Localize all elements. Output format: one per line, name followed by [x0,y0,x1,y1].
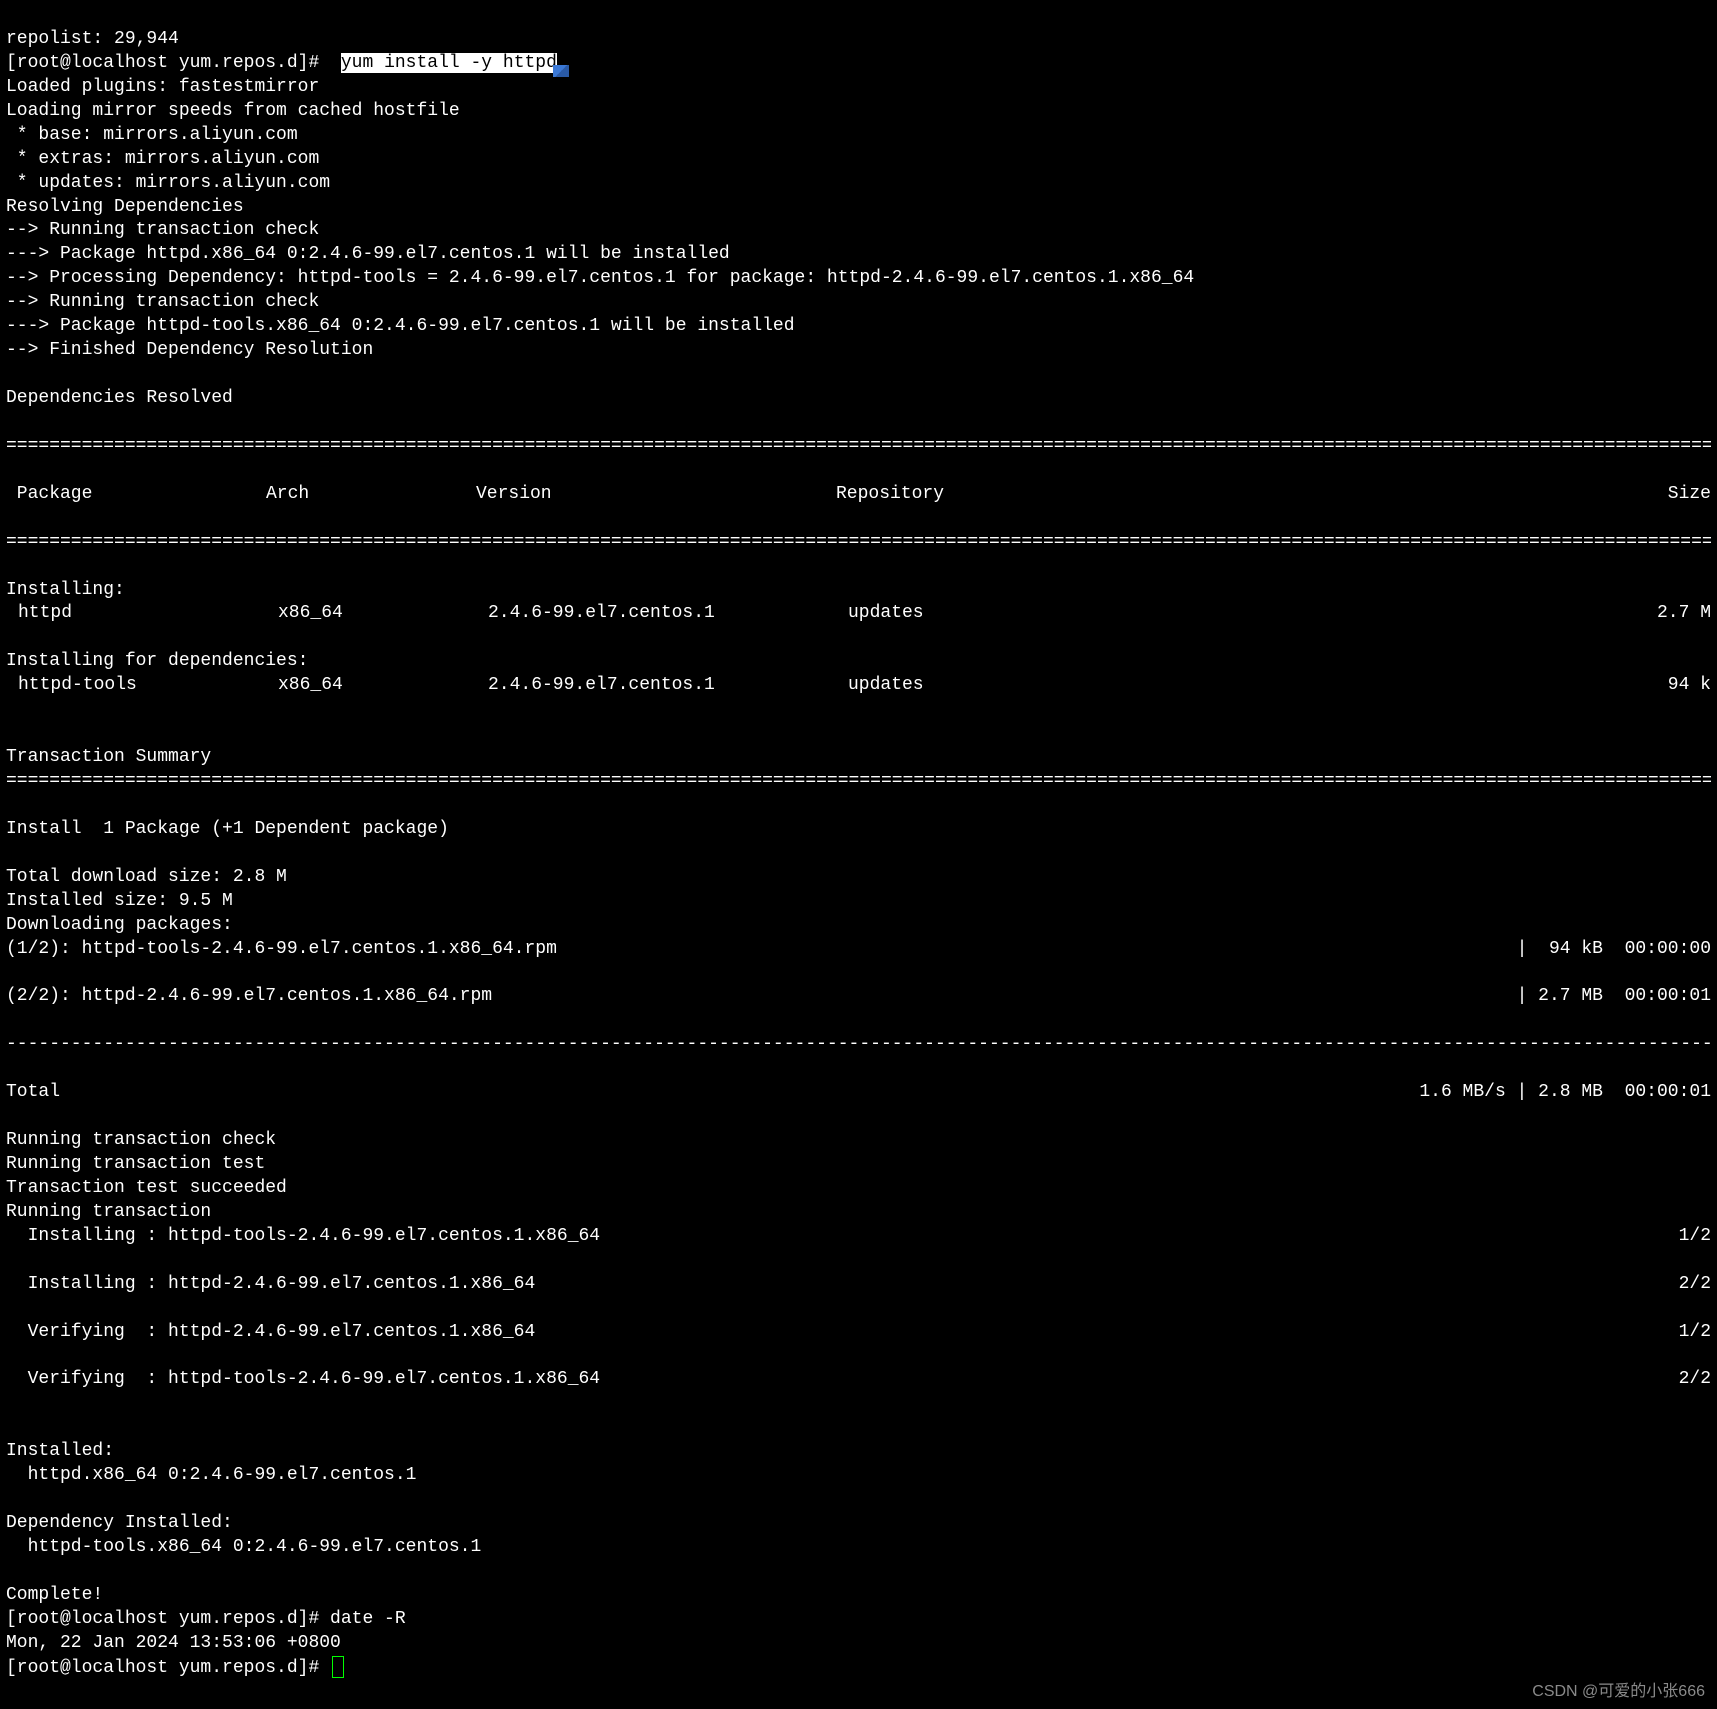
watermark: CSDN @可爱的小张666 [1532,1681,1705,1702]
cell: httpd [6,602,278,626]
cell: 2.7 M [1631,602,1711,626]
out-line: httpd.x86_64 0:2.4.6-99.el7.centos.1 [6,1465,416,1485]
out-line: ---> Package httpd.x86_64 0:2.4.6-99.el7… [6,244,730,264]
rule-dash: ----------------------------------------… [6,1033,1711,1057]
col-arch: Arch [266,483,476,507]
out-line: Running transaction [6,1202,211,1222]
total-stats: 1.6 MB/s | 2.8 MB 00:00:01 [1419,1081,1711,1105]
out-line: Dependencies Resolved [6,388,233,408]
out-line: Resolving Dependencies [6,197,244,217]
step-count: 2/2 [1651,1368,1711,1392]
out-line: Complete! [6,1585,103,1605]
out-line: * extras: mirrors.aliyun.com [6,149,319,169]
rule: ========================================… [6,770,1711,794]
section-label: Dependency Installed: [6,1513,233,1533]
step-text: Installing : httpd-tools-2.4.6-99.el7.ce… [6,1225,1651,1249]
rule: ========================================… [6,531,1711,555]
download-row: (2/2): httpd-2.4.6-99.el7.centos.1.x86_6… [6,985,1711,1009]
out-line: * updates: mirrors.aliyun.com [6,173,330,193]
cursor-icon [332,1656,344,1678]
out-line: Mon, 22 Jan 2024 13:53:06 +0800 [6,1633,341,1653]
out-line: --> Finished Dependency Resolution [6,340,373,360]
step-count: 1/2 [1651,1225,1711,1249]
prompt-2: [root@localhost yum.repos.d]# date -R [6,1609,406,1629]
col-package: Package [6,483,266,507]
cell: x86_64 [278,674,488,698]
col-repo: Repository [836,483,1036,507]
col-version: Version [476,483,836,507]
repolist-line: repolist: 29,944 [6,29,179,49]
total-label: Total [6,1081,1419,1105]
download-row: (1/2): httpd-tools-2.4.6-99.el7.centos.1… [6,938,1711,962]
out-line: Install 1 Package (+1 Dependent package) [6,819,449,839]
step-text: Verifying : httpd-2.4.6-99.el7.centos.1.… [6,1321,1651,1345]
col-size: Size [1631,483,1711,507]
out-line: --> Running transaction check [6,292,319,312]
out-line: Running transaction test [6,1154,265,1174]
section-label: Installed: [6,1441,114,1461]
step-row: Installing : httpd-tools-2.4.6-99.el7.ce… [6,1225,1711,1249]
out-line: --> Processing Dependency: httpd-tools =… [6,268,1194,288]
prompt-3: [root@localhost yum.repos.d]# [6,1658,330,1678]
step-count: 1/2 [1651,1321,1711,1345]
total-row: Total1.6 MB/s | 2.8 MB 00:00:01 [6,1081,1711,1105]
table-row: httpd-toolsx86_642.4.6-99.el7.centos.1up… [6,674,1711,698]
rule: ========================================… [6,435,1711,459]
cell: 2.4.6-99.el7.centos.1 [488,674,848,698]
dl-stats: | 94 kB 00:00:00 [1517,938,1711,962]
step-count: 2/2 [1651,1273,1711,1297]
dl-file: (1/2): httpd-tools-2.4.6-99.el7.centos.1… [6,938,1517,962]
dl-stats: | 2.7 MB 00:00:01 [1517,985,1711,1009]
out-line: Loaded plugins: fastestmirror [6,77,319,97]
section-label: Installing for dependencies: [6,651,308,671]
selection-handle-icon [553,65,569,77]
step-row: Verifying : httpd-2.4.6-99.el7.centos.1.… [6,1321,1711,1345]
cell: updates [848,674,1048,698]
command-highlight: yum install -y httpd [341,53,557,73]
out-line: Downloading packages: [6,915,233,935]
out-line: ---> Package httpd-tools.x86_64 0:2.4.6-… [6,316,795,336]
table-header: PackageArchVersionRepository Size [6,483,1711,507]
out-line: Running transaction check [6,1130,276,1150]
out-line: Total download size: 2.8 M [6,867,287,887]
section-label: Transaction Summary [6,747,211,767]
table-row: httpdx86_642.4.6-99.el7.centos.1updates 2… [6,602,1711,626]
out-line: --> Running transaction check [6,220,319,240]
cell: httpd-tools [6,674,278,698]
out-line: * base: mirrors.aliyun.com [6,125,298,145]
step-text: Verifying : httpd-tools-2.4.6-99.el7.cen… [6,1368,1651,1392]
out-line: Loading mirror speeds from cached hostfi… [6,101,460,121]
section-label: Installing: [6,580,125,600]
out-line: Transaction test succeeded [6,1178,287,1198]
cell: updates [848,602,1048,626]
cell: 2.4.6-99.el7.centos.1 [488,602,848,626]
dl-file: (2/2): httpd-2.4.6-99.el7.centos.1.x86_6… [6,985,1517,1009]
terminal[interactable]: repolist: 29,944 [root@localhost yum.rep… [0,0,1717,1709]
step-row: Installing : httpd-2.4.6-99.el7.centos.1… [6,1273,1711,1297]
prompt-1: [root@localhost yum.repos.d]# [6,53,319,73]
cell: 94 k [1631,674,1711,698]
step-text: Installing : httpd-2.4.6-99.el7.centos.1… [6,1273,1651,1297]
step-row: Verifying : httpd-tools-2.4.6-99.el7.cen… [6,1368,1711,1392]
out-line: Installed size: 9.5 M [6,891,233,911]
out-line: httpd-tools.x86_64 0:2.4.6-99.el7.centos… [6,1537,481,1557]
cell: x86_64 [278,602,488,626]
